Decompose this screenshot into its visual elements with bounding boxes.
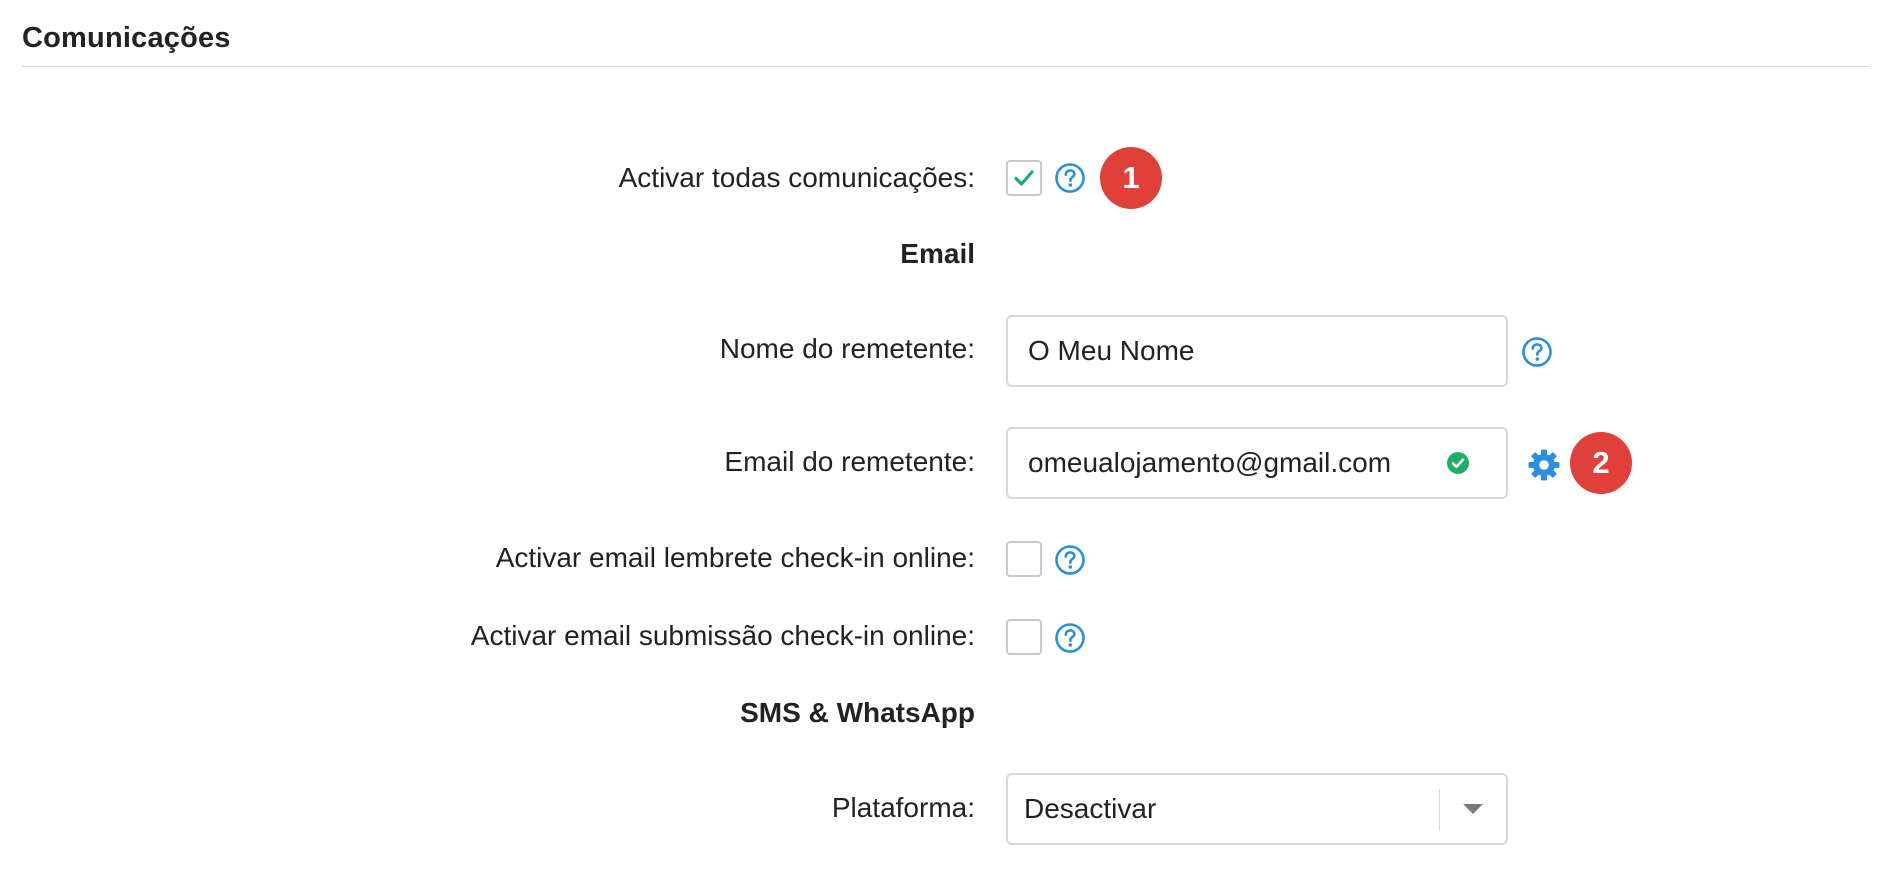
submission-checkin-checkbox[interactable] — [1006, 619, 1042, 655]
activate-all-checkbox[interactable] — [1006, 160, 1042, 196]
reminder-checkin-label: Activar email lembrete check-in online: — [495, 542, 975, 573]
check-circle-icon — [1446, 451, 1470, 475]
sms-whatsapp-section-heading: SMS & WhatsApp — [740, 697, 975, 728]
section-divider — [22, 66, 1870, 67]
communications-settings-page: Comunicações Activar todas comunicações:… — [0, 0, 1892, 888]
help-icon[interactable] — [1054, 544, 1086, 576]
platform-label: Plataforma: — [831, 792, 975, 823]
sender-name-field[interactable] — [1006, 315, 1508, 387]
sender-email-label: Email do remetente: — [724, 446, 975, 477]
email-section-heading: Email — [900, 238, 975, 269]
select-divider — [1439, 789, 1440, 831]
caret-down-icon[interactable] — [1462, 802, 1484, 816]
step-badge-1: 1 — [1100, 147, 1162, 209]
step-badge-2: 2 — [1570, 432, 1632, 494]
gear-icon[interactable] — [1527, 448, 1561, 482]
help-icon[interactable] — [1054, 162, 1086, 194]
platform-selected-value: Desactivar — [1024, 793, 1157, 824]
reminder-checkin-checkbox[interactable] — [1006, 541, 1042, 577]
sender-email-field[interactable] — [1006, 427, 1508, 499]
sender-name-input[interactable] — [1028, 335, 1428, 367]
platform-select[interactable]: Desactivar — [1006, 773, 1508, 845]
activate-all-label: Activar todas comunicações: — [618, 162, 975, 193]
section-title: Comunicações — [22, 22, 231, 54]
checkmark-icon — [1014, 170, 1034, 186]
help-icon[interactable] — [1054, 622, 1086, 654]
submission-checkin-label: Activar email submissão check-in online: — [470, 620, 975, 651]
sender-name-label: Nome do remetente: — [719, 333, 975, 364]
help-icon[interactable] — [1521, 336, 1553, 368]
sender-email-input[interactable] — [1028, 447, 1428, 479]
